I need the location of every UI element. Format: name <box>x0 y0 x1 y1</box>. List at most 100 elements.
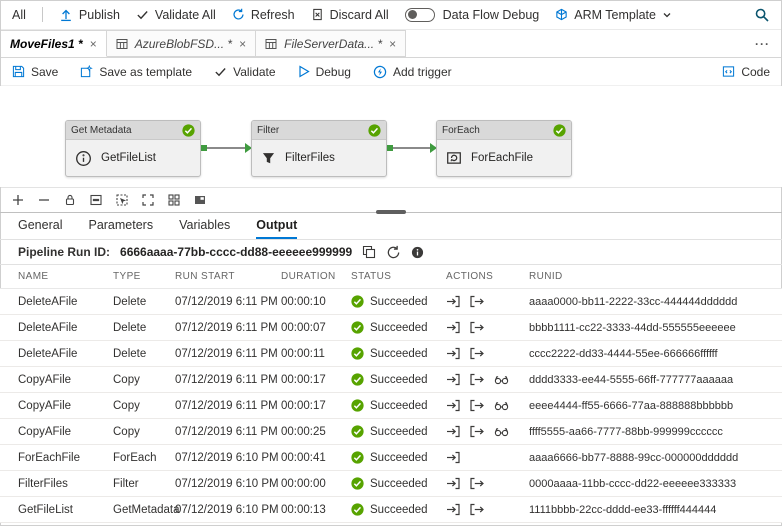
header-name: NAME <box>18 271 49 282</box>
input-icon[interactable] <box>446 451 460 464</box>
output-icon[interactable] <box>470 321 484 334</box>
tab-fileserverdata[interactable]: FileServerData... * × <box>256 30 407 57</box>
validate-all-button[interactable]: Validate All <box>136 8 216 22</box>
table-row[interactable]: ForEachFile ForEach 07/12/2019 6:10 PM 0… <box>0 445 782 471</box>
minimap-button[interactable] <box>188 190 211 211</box>
table-row[interactable]: DeleteAFile Delete 07/12/2019 6:11 PM 00… <box>0 315 782 341</box>
activity-name-label: ForEachFile <box>471 152 533 164</box>
table-row[interactable]: DeleteAFile Delete 07/12/2019 6:11 PM 00… <box>0 341 782 367</box>
tab-parameters[interactable]: Parameters <box>88 213 153 239</box>
run-type-cell: Delete <box>113 321 147 334</box>
run-duration-cell: 00:00:07 <box>281 321 326 334</box>
tab-movefiles1[interactable]: MoveFiles1 * × <box>0 30 107 57</box>
close-icon[interactable]: × <box>239 37 246 51</box>
debug-button[interactable]: Debug <box>298 65 351 79</box>
output-icon[interactable] <box>470 503 484 516</box>
data-flow-debug-toggle[interactable] <box>404 7 435 22</box>
tab-variables[interactable]: Variables <box>179 213 230 239</box>
publish-icon <box>59 8 73 22</box>
tab-general[interactable]: General <box>18 213 62 239</box>
output-icon[interactable] <box>470 373 484 386</box>
run-status-cell: Succeeded <box>351 399 446 412</box>
header-run-start: RUN START <box>175 271 235 282</box>
discard-all-button[interactable]: Discard All <box>311 8 389 22</box>
run-type-cell: Delete <box>113 347 147 360</box>
activity-foreach[interactable]: ForEach ForEachFile <box>436 120 572 177</box>
save-as-template-button[interactable]: Save as template <box>80 65 192 79</box>
input-icon[interactable] <box>446 347 460 360</box>
output-icon[interactable] <box>470 347 484 360</box>
zoom-in-button[interactable] <box>6 190 29 211</box>
tab-overflow-button[interactable]: ··· <box>755 37 770 51</box>
add-trigger-button[interactable]: Add trigger <box>373 65 452 79</box>
input-icon[interactable] <box>446 503 460 516</box>
tab-output[interactable]: Output <box>256 213 298 239</box>
pipeline-canvas[interactable]: Get Metadata GetFileList Filter FilterFi… <box>0 86 782 187</box>
details-icon[interactable] <box>494 373 509 386</box>
resource-filter-all[interactable]: All <box>12 8 26 22</box>
table-row[interactable]: FilterFiles Filter 07/12/2019 6:10 PM 00… <box>0 471 782 497</box>
publish-button[interactable]: Publish <box>59 8 120 22</box>
table-row[interactable]: CopyAFile Copy 07/12/2019 6:11 PM 00:00:… <box>0 367 782 393</box>
panel-resize-handle[interactable] <box>376 210 406 214</box>
save-button[interactable]: Save <box>12 65 58 79</box>
details-icon[interactable] <box>494 425 509 438</box>
validate-all-label: Validate All <box>154 7 216 22</box>
validate-button[interactable]: Validate <box>214 65 276 79</box>
input-icon[interactable] <box>446 477 460 490</box>
run-start-cell: 07/12/2019 6:10 PM <box>175 503 279 516</box>
close-icon[interactable]: × <box>90 37 97 51</box>
refresh-button[interactable]: Refresh <box>232 8 295 22</box>
details-icon[interactable] <box>494 399 509 412</box>
table-row[interactable]: CopyAFile Copy 07/12/2019 6:11 PM 00:00:… <box>0 393 782 419</box>
zoom-out-button[interactable] <box>32 190 55 211</box>
input-icon[interactable] <box>446 295 460 308</box>
input-icon[interactable] <box>446 321 460 334</box>
output-icon[interactable] <box>470 295 484 308</box>
activity-name-label: FilterFiles <box>285 152 335 164</box>
copy-run-id-button[interactable] <box>362 245 376 259</box>
succeeded-check-icon <box>351 451 364 464</box>
publish-label: Publish <box>78 7 120 22</box>
activity-get-metadata[interactable]: Get Metadata GetFileList <box>65 120 201 177</box>
dataset-table-icon <box>265 38 277 50</box>
refresh-runs-button[interactable] <box>386 245 401 260</box>
multi-select-button[interactable] <box>110 190 133 211</box>
activity-header: Filter <box>252 121 386 140</box>
run-start-cell: 07/12/2019 6:11 PM <box>175 295 278 308</box>
output-icon[interactable] <box>470 399 484 412</box>
input-icon[interactable] <box>446 425 460 438</box>
run-start-cell: 07/12/2019 6:10 PM <box>175 477 279 490</box>
input-icon[interactable] <box>446 373 460 386</box>
discard-all-label: Discard All <box>329 7 389 22</box>
arm-template-button[interactable]: ARM Template <box>555 8 672 22</box>
run-duration-cell: 00:00:10 <box>281 295 326 308</box>
run-status-cell: Succeeded <box>351 451 446 464</box>
search-button[interactable] <box>754 7 770 23</box>
code-label: Code <box>741 64 770 79</box>
table-row[interactable]: GetFileList GetMetadata 07/12/2019 6:10 … <box>0 497 782 523</box>
run-actions-cell <box>446 399 529 412</box>
activity-filter[interactable]: Filter FilterFiles <box>251 120 387 177</box>
run-name-cell: DeleteAFile <box>18 295 78 308</box>
zoom-to-fit-button[interactable] <box>136 190 159 211</box>
run-duration-cell: 00:00:17 <box>281 373 326 386</box>
tab-azureblobfsd[interactable]: AzureBlobFSD... * × <box>106 30 257 57</box>
table-row[interactable]: DeleteAFile Delete 07/12/2019 6:11 PM 00… <box>0 289 782 315</box>
info-button[interactable] <box>411 246 424 259</box>
auto-align-button[interactable] <box>162 190 185 211</box>
zoom-reset-button[interactable] <box>84 190 107 211</box>
connector-arrow <box>201 143 252 153</box>
code-button[interactable]: Code <box>722 65 770 79</box>
close-icon[interactable]: × <box>389 37 396 51</box>
succeeded-badge-icon <box>182 123 195 137</box>
save-template-icon <box>80 65 94 78</box>
lock-canvas-button[interactable] <box>58 190 81 211</box>
run-status-cell: Succeeded <box>351 477 446 490</box>
run-status-label: Succeeded <box>370 295 428 308</box>
input-icon[interactable] <box>446 399 460 412</box>
run-status-cell: Succeeded <box>351 425 446 438</box>
table-row[interactable]: CopyAFile Copy 07/12/2019 6:11 PM 00:00:… <box>0 419 782 445</box>
output-icon[interactable] <box>470 425 484 438</box>
output-icon[interactable] <box>470 477 484 490</box>
